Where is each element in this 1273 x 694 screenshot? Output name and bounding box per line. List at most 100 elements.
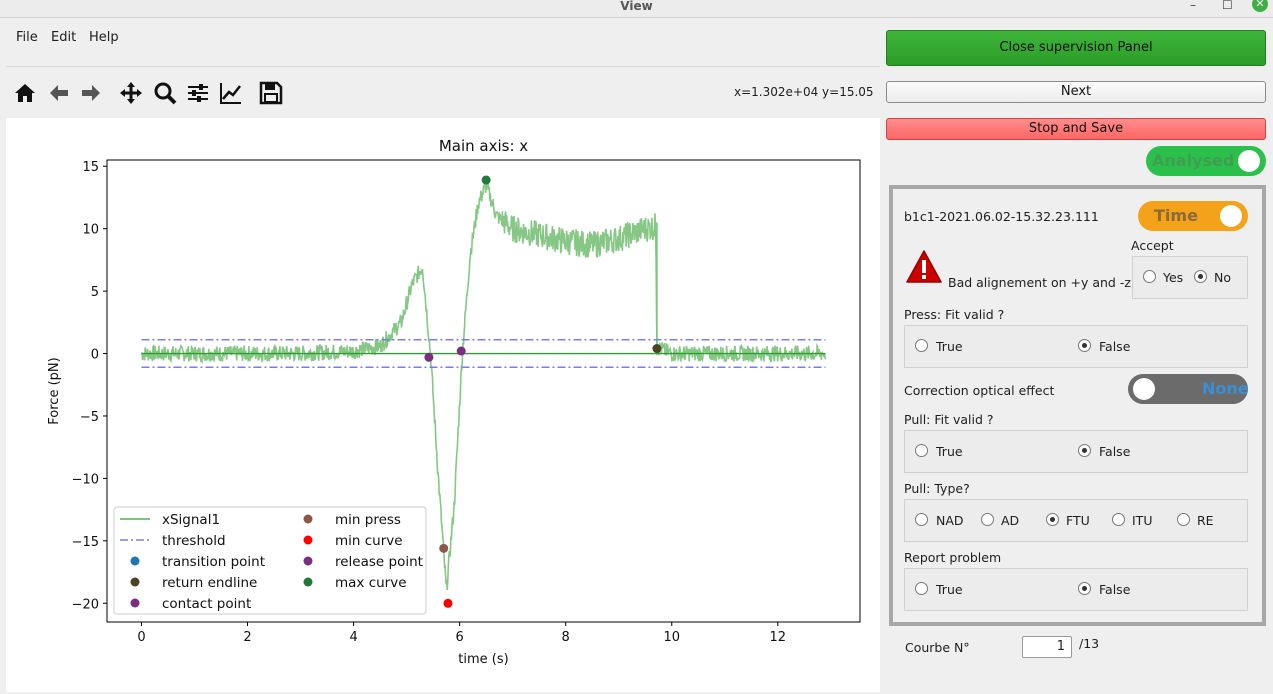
pull-type-re-radio[interactable] <box>1177 513 1190 526</box>
pull-type-itu-radio[interactable] <box>1112 513 1125 526</box>
report-true-label: True <box>936 582 963 597</box>
menu-help[interactable]: Help <box>89 30 119 45</box>
pull-fit-false-label: False <box>1099 444 1131 459</box>
menu-edit[interactable]: Edit <box>51 30 76 45</box>
x-tick-label: 12 <box>770 630 787 645</box>
x-tick-label: 8 <box>562 630 570 645</box>
correction-toggle-label: None <box>1202 379 1249 398</box>
correction-toggle-knob <box>1133 378 1155 400</box>
stop-and-save-button[interactable]: Stop and Save <box>886 118 1266 140</box>
warning-message: Bad alignement on +y and -z <box>948 275 1131 290</box>
pull-fit-label: Pull: Fit valid ? <box>904 412 994 427</box>
legend-threshold-label: threshold <box>162 533 226 549</box>
edit-axis-icon[interactable] <box>218 80 244 106</box>
curve-number-total: /13 <box>1079 636 1100 651</box>
pull-type-label: Pull: Type? <box>904 481 970 496</box>
pan-icon[interactable] <box>118 80 144 106</box>
close-supervision-button[interactable]: Close supervision Panel <box>886 30 1266 66</box>
x-axis-label: time (s) <box>458 652 508 667</box>
analysed-toggle-label: Analysed <box>1152 151 1235 170</box>
force-time-chart: Main axis: x 0 2 4 6 8 10 12 15 10 5 0 −5 −10 −15 −20 ti… <box>47 137 861 667</box>
zoom-icon[interactable] <box>152 80 178 106</box>
time-toggle-knob <box>1220 205 1242 227</box>
y-tick-label: 15 <box>82 160 99 175</box>
home-icon[interactable] <box>12 80 38 106</box>
report-false-radio[interactable] <box>1078 582 1091 595</box>
pull-fit-true-label: True <box>936 444 963 459</box>
legend-return-endline-swatch <box>130 577 140 587</box>
pull-type-ad-radio[interactable] <box>981 513 994 526</box>
window-title: View <box>620 0 653 13</box>
next-button[interactable]: Next <box>886 81 1266 103</box>
report-label: Report problem <box>904 550 1002 565</box>
x-tick-label: 10 <box>663 630 680 645</box>
analysed-toggle-knob <box>1238 150 1260 172</box>
x-tick-label: 2 <box>243 630 251 645</box>
warning-icon <box>905 249 943 285</box>
legend-min-curve-label: min curve <box>335 533 403 549</box>
x-tick-label: 0 <box>137 630 145 645</box>
legend-contact-point-swatch <box>130 598 140 608</box>
legend-min-curve-swatch <box>303 535 313 545</box>
press-fit-label: Press: Fit valid ? <box>904 307 1005 322</box>
report-true-radio[interactable] <box>915 582 928 595</box>
y-tick-label: 5 <box>91 285 99 300</box>
point-min-press <box>439 543 449 553</box>
pull-type-ad-label: AD <box>1001 513 1020 528</box>
time-toggle-label: Time <box>1154 206 1198 225</box>
coordinate-readout: x=1.302e+04 y=15.05 <box>734 85 874 99</box>
correction-toggle[interactable]: None <box>1128 374 1249 404</box>
back-arrow-icon[interactable] <box>46 80 72 106</box>
legend-max-curve-label: max curve <box>335 575 407 591</box>
time-toggle[interactable]: Time <box>1138 201 1248 231</box>
chart-title: Main axis: x <box>439 137 528 155</box>
correction-label: Correction optical effect <box>904 383 1055 398</box>
press-fit-false-radio[interactable] <box>1078 339 1091 352</box>
legend-max-curve-swatch <box>303 577 313 587</box>
accept-label: Accept <box>1131 238 1174 253</box>
press-fit-true-radio[interactable] <box>915 339 928 352</box>
legend-min-press-swatch <box>303 514 313 524</box>
legend-contact-point-label: contact point <box>162 596 251 612</box>
forward-arrow-icon[interactable] <box>78 80 104 106</box>
legend-transition-point-label: transition point <box>162 554 265 570</box>
menu-separator <box>6 66 880 67</box>
maximize-button[interactable]: ☐ <box>1222 0 1233 12</box>
press-fit-false-label: False <box>1099 339 1131 354</box>
y-tick-label: −10 <box>72 472 99 487</box>
analysed-toggle[interactable]: Analysed <box>1146 146 1266 176</box>
y-axis-label: Force (pN) <box>47 357 62 424</box>
accept-yes-radio[interactable] <box>1143 270 1156 283</box>
curve-number-spinbox[interactable]: 1 <box>1022 636 1072 658</box>
pull-fit-false-radio[interactable] <box>1078 444 1091 457</box>
legend-transition-point-swatch <box>130 556 140 566</box>
menu-file[interactable]: File <box>16 30 38 45</box>
configure-subplots-icon[interactable] <box>185 80 211 106</box>
y-tick-label: −5 <box>80 410 99 425</box>
point-contact-point <box>456 346 466 356</box>
accept-no-label: No <box>1214 270 1231 285</box>
x-tick-label: 6 <box>455 630 463 645</box>
curve-name: b1c1-2021.06.02-15.32.23.111 <box>904 209 1099 224</box>
legend-xSignal1-label: xSignal1 <box>162 512 220 528</box>
accept-yes-label: Yes <box>1163 270 1184 285</box>
legend-min-press-label: min press <box>335 512 401 528</box>
legend-release-point-swatch <box>303 556 313 566</box>
x-tick-label: 4 <box>349 630 357 645</box>
plot-canvas[interactable]: Main axis: x 0 2 4 6 8 10 12 15 10 5 0 −5 −10 −15 −20 ti… <box>6 118 880 692</box>
pull-fit-true-radio[interactable] <box>915 444 928 457</box>
pull-type-nad-radio[interactable] <box>915 513 928 526</box>
pull-type-ftu-radio[interactable] <box>1046 513 1059 526</box>
pull-type-itu-label: ITU <box>1132 513 1153 528</box>
press-fit-true-label: True <box>936 339 963 354</box>
y-tick-label: −15 <box>72 535 99 550</box>
point-release-point <box>424 352 434 362</box>
y-tick-label: −20 <box>72 597 99 612</box>
minimize-button[interactable]: – <box>1190 0 1196 12</box>
accept-no-radio[interactable] <box>1194 270 1207 283</box>
point-return-endline <box>652 344 662 354</box>
point-max-curve <box>481 175 491 185</box>
save-icon[interactable] <box>258 80 284 106</box>
title-bar: View – ☐ ✕ <box>0 0 1273 18</box>
legend-return-endline-label: return endline <box>162 575 257 591</box>
